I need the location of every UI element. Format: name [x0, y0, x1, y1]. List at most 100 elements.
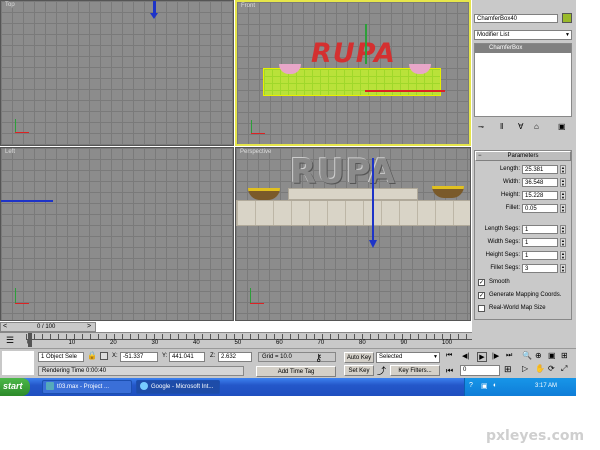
trackbar[interactable]: ☰ 0102030405060708090100 — [0, 332, 472, 348]
zoom-extents-all-icon[interactable]: ⊞ — [561, 351, 568, 360]
volume-tray-icon[interactable]: ◐ — [493, 382, 497, 389]
spinner-icon[interactable]: ▲ ▼ — [560, 178, 566, 187]
zoom-all-icon[interactable]: ⊕ — [535, 351, 542, 360]
maxscript-listener-icon[interactable] — [2, 351, 34, 375]
viewport-label[interactable]: Front — [241, 3, 255, 9]
zoom-extents-icon[interactable]: ▣ — [548, 351, 556, 360]
param-value-field[interactable]: 25.381 — [522, 165, 558, 174]
previous-frame-icon[interactable]: ◀| — [462, 352, 469, 360]
spinner-icon[interactable]: ▲ ▼ — [560, 264, 566, 273]
field-of-view-icon[interactable]: ▷ — [522, 364, 528, 373]
gizmo-x-icon — [1, 200, 53, 202]
viewport-front[interactable]: Front RUPA — [235, 0, 471, 146]
key-filters-button[interactable]: Key Filters... — [390, 365, 440, 376]
x-coordinate-field[interactable]: -51.337 — [120, 352, 158, 362]
rupa-text-object[interactable]: RUPA — [311, 38, 396, 69]
param-value-field[interactable]: 36.548 — [522, 178, 558, 187]
selection-count: 1 Object Sele — [38, 352, 84, 362]
taskbar-item-label: t03.max - Project ... — [57, 384, 110, 390]
key-mode-toggle-icon[interactable]: ⏮ — [446, 366, 453, 376]
y-coordinate-field[interactable]: 441.041 — [169, 352, 205, 362]
slider-prev-icon[interactable]: < — [3, 323, 7, 330]
taskbar-item-3dsmax[interactable]: t03.max - Project ... — [42, 380, 132, 394]
zoom-icon[interactable]: 🔍 — [522, 351, 532, 360]
taskbar-item-browser[interactable]: Google - Microsoft Int... — [136, 380, 220, 394]
option-row[interactable]: ✓ Smooth — [478, 278, 572, 288]
object-name-field[interactable]: ChamferBox40 — [474, 14, 558, 23]
spinner-icon[interactable]: ▲ ▼ — [560, 225, 566, 234]
start-button[interactable]: start — [0, 378, 30, 396]
play-icon[interactable]: ▶ — [477, 352, 487, 362]
go-to-start-icon[interactable]: ⏮ — [446, 352, 452, 360]
viewport-label[interactable]: Left — [5, 149, 15, 155]
slider-next-icon[interactable]: > — [87, 323, 91, 330]
absolute-mode-icon[interactable] — [100, 352, 108, 360]
param-value-field[interactable]: 15.228 — [522, 191, 558, 200]
lock-selection-icon[interactable]: 🔒 — [87, 351, 97, 360]
modifier-list-dropdown[interactable]: Modifier List ▼ — [474, 30, 572, 40]
rupa-3d-text-object[interactable]: RUPA — [290, 152, 396, 192]
time-config-icon[interactable]: ⊞ — [504, 364, 512, 375]
wall-top-object[interactable] — [288, 188, 418, 200]
bowl-right-object[interactable] — [432, 186, 464, 198]
stack-item-chamferbox[interactable]: ChamferBox — [475, 44, 571, 53]
make-unique-icon[interactable]: ∀ — [518, 122, 523, 131]
set-key-icon[interactable]: ⤴ — [377, 364, 386, 377]
set-key-button[interactable]: Set Key — [344, 365, 374, 376]
viewport-label[interactable]: Top — [5, 2, 15, 8]
option-row[interactable]: Real-World Map Size — [478, 304, 572, 314]
next-frame-icon[interactable]: |▶ — [492, 352, 499, 360]
help-tray-icon[interactable]: ? — [469, 382, 473, 389]
spinner-icon[interactable]: ▲ ▼ — [560, 251, 566, 260]
command-panel-scrollbar[interactable] — [576, 0, 600, 348]
y-label: Y: — [162, 353, 168, 359]
clock[interactable]: 3:17 AM — [535, 383, 557, 389]
gizmo-x-icon — [365, 90, 445, 92]
pan-icon[interactable]: ✋ — [535, 364, 545, 373]
maximize-viewport-icon[interactable]: ⤢ — [561, 364, 567, 374]
z-coordinate-field[interactable]: 2.632 — [218, 352, 252, 362]
option-checkbox[interactable]: ✓ — [478, 292, 485, 299]
param-value-field[interactable]: 1 — [522, 225, 558, 234]
go-to-end-icon[interactable]: ⏭ — [506, 352, 512, 360]
parameters-rollout-header[interactable]: − Parameters — [475, 151, 571, 161]
param-value-field[interactable]: 1 — [522, 238, 558, 247]
param-value-field[interactable]: 3 — [522, 264, 558, 273]
network-tray-icon[interactable]: ▣ — [481, 382, 488, 390]
param-value-field[interactable]: 0.05 — [522, 204, 558, 213]
spinner-icon[interactable]: ▲ ▼ — [560, 204, 566, 213]
tick-label: 10 — [68, 340, 76, 346]
orbit-icon[interactable]: ⟳ — [548, 364, 555, 373]
viewport-label[interactable]: Perspective — [240, 149, 271, 155]
key-mode-dropdown[interactable]: Selected ▼ — [376, 352, 440, 363]
bowl-left-object[interactable] — [248, 188, 280, 200]
configure-sets-icon[interactable]: ▣ — [558, 122, 566, 131]
key-icon[interactable]: ⚷ — [315, 353, 322, 364]
time-marker[interactable] — [28, 333, 32, 347]
spinner-icon[interactable]: ▲ ▼ — [560, 191, 566, 200]
wall-base-object[interactable] — [236, 200, 470, 226]
viewport-top[interactable]: Top — [0, 0, 234, 146]
modifier-list-label: Modifier List — [477, 32, 510, 38]
param-value-field[interactable]: 1 — [522, 251, 558, 260]
add-time-tag-button[interactable]: Add Time Tag — [256, 366, 336, 377]
mini-curve-editor-icon[interactable]: ☰ — [6, 335, 14, 346]
object-color-swatch[interactable] — [562, 13, 572, 23]
option-checkbox[interactable]: ✓ — [478, 279, 485, 286]
viewport-left[interactable]: Left — [0, 147, 234, 321]
z-label: Z: — [210, 353, 216, 359]
param-label: Fillet Segs: — [490, 265, 520, 271]
show-end-result-icon[interactable]: ‖ — [500, 122, 503, 131]
spinner-icon[interactable]: ▲ ▼ — [560, 238, 566, 247]
current-frame-field[interactable]: 0 — [460, 365, 500, 376]
time-slider[interactable]: < 0 / 100 > — [0, 322, 96, 332]
pin-stack-icon[interactable]: ⊸ — [478, 123, 484, 131]
option-row[interactable]: ✓ Generate Mapping Coords. — [478, 291, 572, 301]
remove-modifier-icon[interactable]: ⌂ — [534, 122, 539, 131]
param-label: Length Segs: — [484, 226, 520, 232]
auto-key-button[interactable]: Auto Key — [344, 352, 374, 363]
collapse-icon: − — [478, 153, 482, 159]
viewport-perspective[interactable]: Perspective RUPA — [235, 147, 471, 321]
spinner-icon[interactable]: ▲ ▼ — [560, 165, 566, 174]
option-checkbox[interactable] — [478, 305, 485, 312]
